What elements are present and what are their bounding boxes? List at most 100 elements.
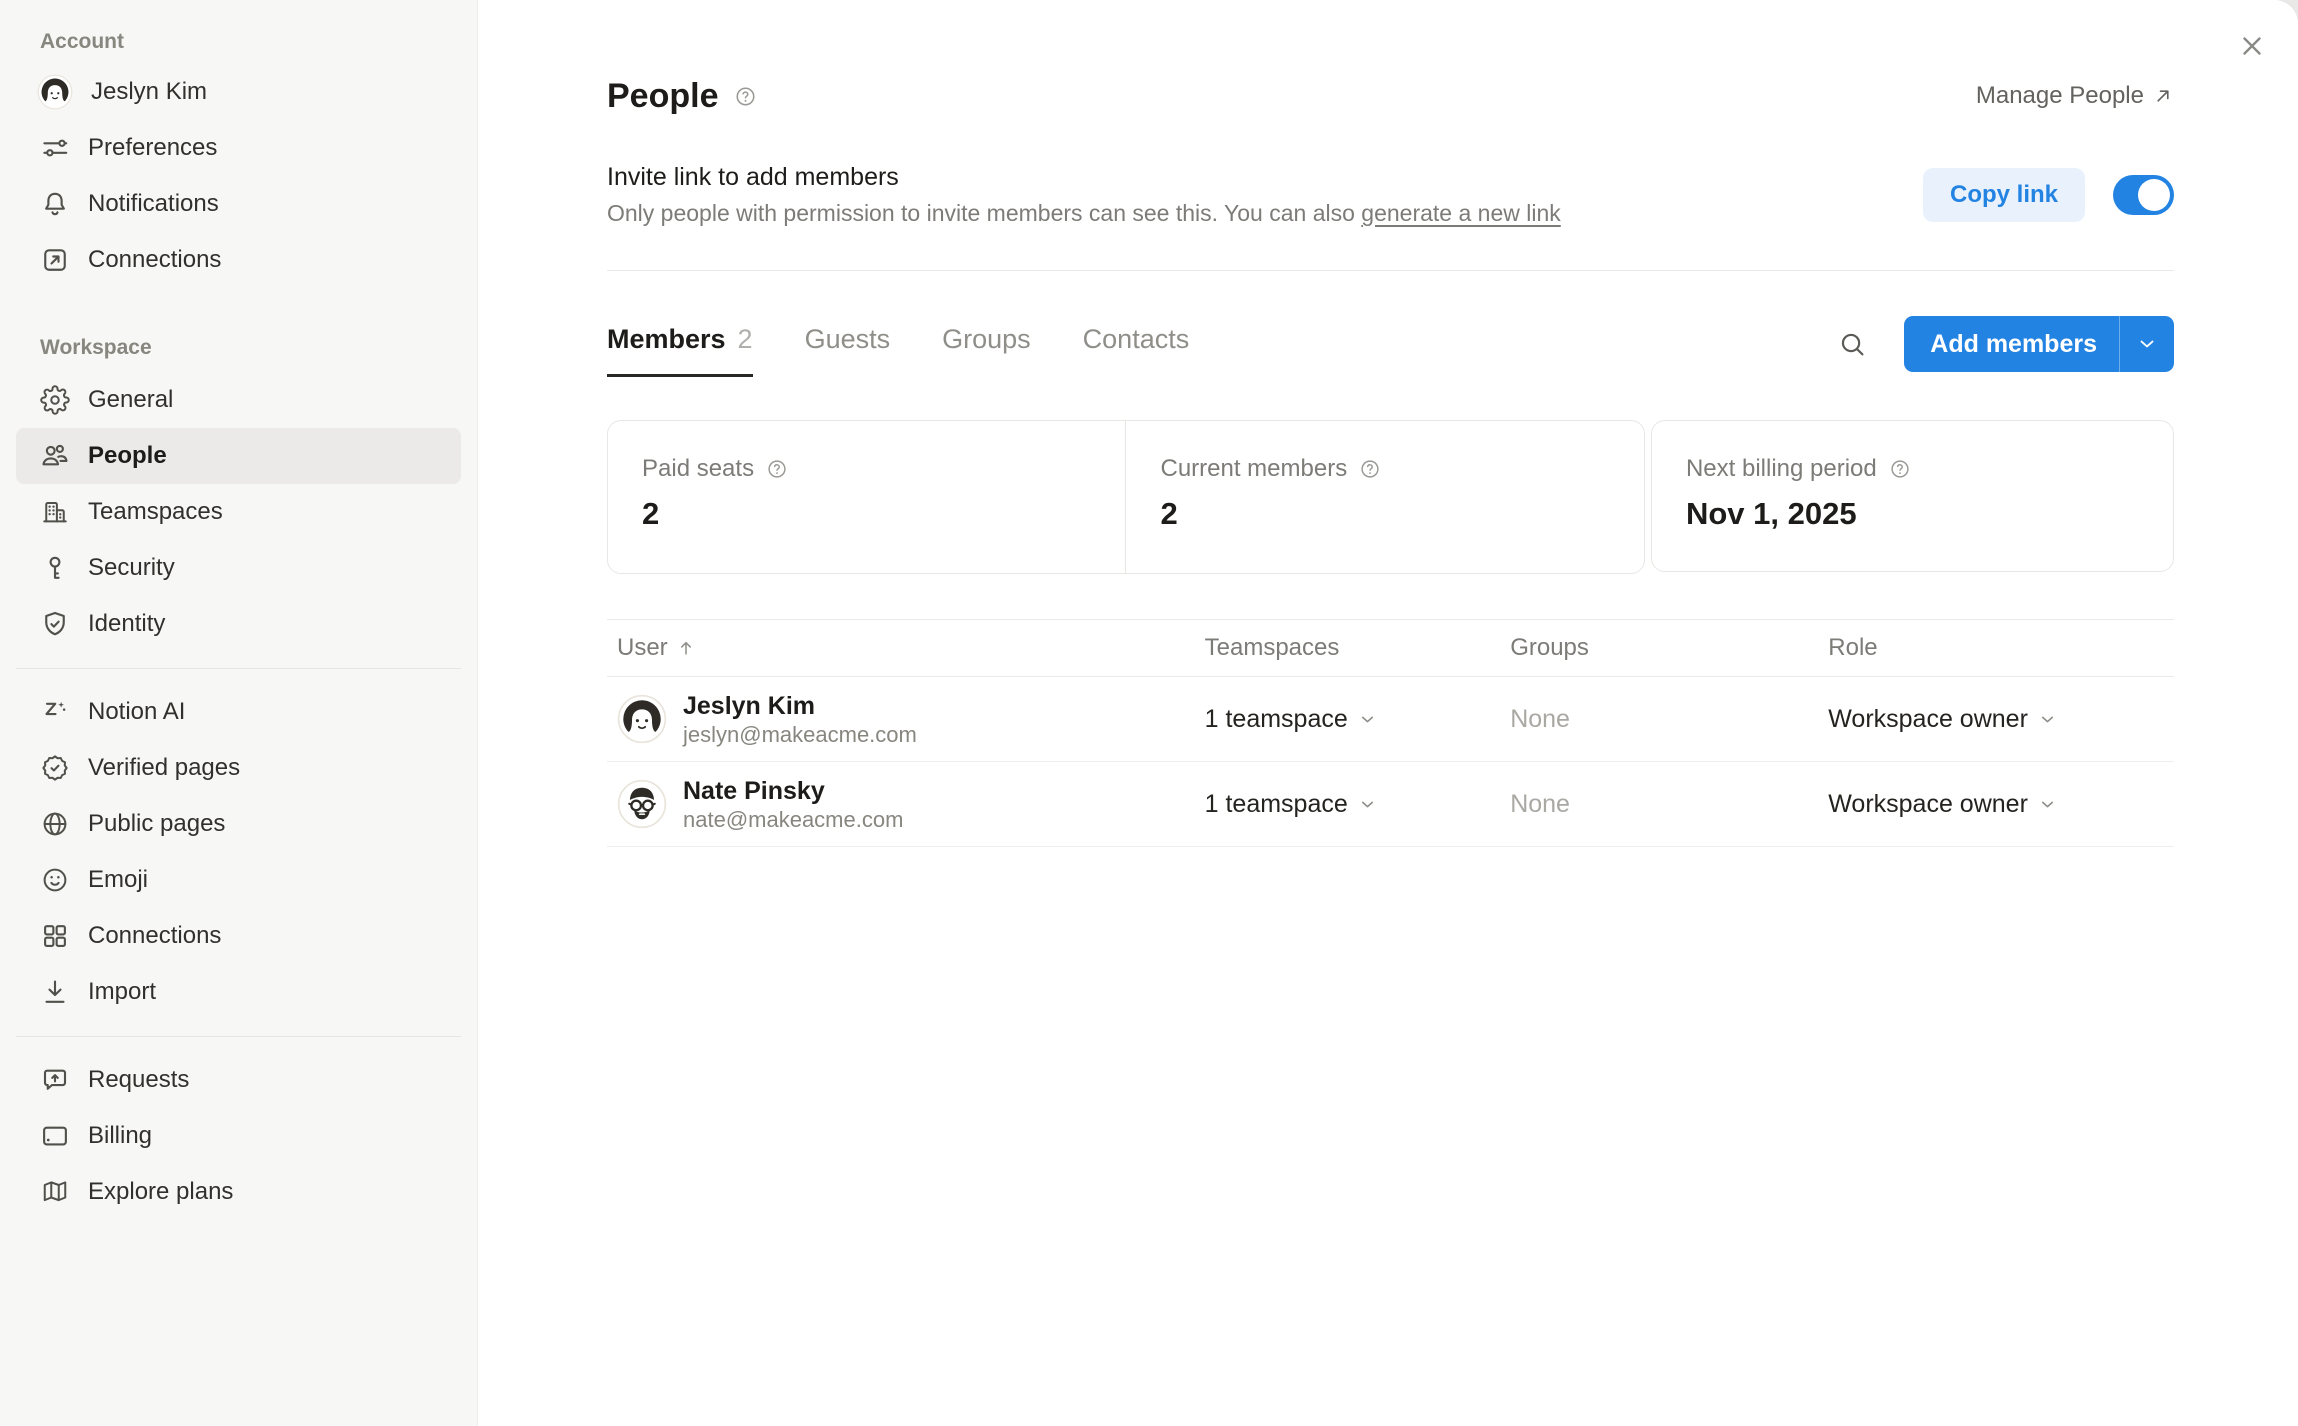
toggle-knob <box>2138 179 2170 211</box>
column-groups[interactable]: Groups <box>1500 634 1818 662</box>
sidebar-item-label: Emoji <box>88 866 148 894</box>
table-row[interactable]: Nate Pinsky nate@makeacme.com 1 teamspac… <box>607 762 2174 847</box>
people-settings-panel: People Manage People Invite link to add … <box>478 0 2298 1426</box>
sidebar-item-label: Billing <box>88 1122 152 1150</box>
groups-value: None <box>1500 705 1818 734</box>
sidebar-item-notifications[interactable]: Notifications <box>16 176 461 232</box>
map-icon <box>40 1177 70 1207</box>
add-members-label: Add members <box>1904 316 2119 372</box>
role-dropdown[interactable]: Workspace owner <box>1818 790 2174 819</box>
tab-guests[interactable]: Guests <box>805 324 891 377</box>
tab-contacts[interactable]: Contacts <box>1083 324 1190 377</box>
sidebar-item-identity[interactable]: Identity <box>16 596 461 652</box>
sidebar-item-verified-pages[interactable]: Verified pages <box>16 740 461 796</box>
tab-label: Members <box>607 324 726 355</box>
sidebar-item-label: Security <box>88 554 175 582</box>
members-table: User Teamspaces Groups Role Jeslyn Kim j… <box>607 619 2174 847</box>
current-members-card: Current members 2 <box>1125 421 1643 573</box>
generate-new-link[interactable]: generate a new link <box>1361 200 1560 226</box>
copy-link-button[interactable]: Copy link <box>1923 168 2085 222</box>
invite-link-text: Invite link to add members Only people w… <box>607 160 1561 230</box>
gear-icon <box>40 385 70 415</box>
download-icon <box>40 977 70 1007</box>
sidebar-item-label: Preferences <box>88 134 217 162</box>
tabs-actions: Add members <box>1830 316 2174 372</box>
chevron-down-icon <box>1358 795 1377 814</box>
paid-seats-card: Paid seats 2 <box>608 421 1125 573</box>
invite-link-description: Only people with permission to invite me… <box>607 196 1561 230</box>
sidebar-item-label: Explore plans <box>88 1178 233 1206</box>
sidebar-item-label: Import <box>88 978 156 1006</box>
key-icon <box>40 553 70 583</box>
column-teamspaces[interactable]: Teamspaces <box>1195 634 1501 662</box>
role-value: Workspace owner <box>1828 790 2028 819</box>
current-members-label: Current members <box>1160 455 1347 483</box>
chevron-down-icon <box>2038 710 2057 729</box>
user-cell: Jeslyn Kim jeslyn@makeacme.com <box>607 691 1195 748</box>
sidebar-item-connections-workspace[interactable]: Connections <box>16 908 461 964</box>
paid-seats-label: Paid seats <box>642 455 754 483</box>
shield-check-icon <box>40 609 70 639</box>
arrow-up-right-square-icon <box>40 245 70 275</box>
tabs: Members 2 Guests Groups Contacts <box>607 324 1189 377</box>
sidebar-item-public-pages[interactable]: Public pages <box>16 796 461 852</box>
sidebar-item-label: Public pages <box>88 810 225 838</box>
paid-seats-value: 2 <box>642 496 1125 532</box>
sidebar-item-import[interactable]: Import <box>16 964 461 1020</box>
sidebar-item-people[interactable]: People <box>16 428 461 484</box>
role-value: Workspace owner <box>1828 705 2028 734</box>
add-members-button[interactable]: Add members <box>1904 316 2174 372</box>
sidebar-item-label: Notion AI <box>88 698 185 726</box>
sidebar-item-label: Requests <box>88 1066 189 1094</box>
help-icon[interactable] <box>1359 458 1381 480</box>
next-billing-value: Nov 1, 2025 <box>1686 496 2173 532</box>
sidebar-item-requests[interactable]: Requests <box>16 1052 461 1108</box>
sidebar-item-emoji[interactable]: Emoji <box>16 852 461 908</box>
avatar <box>617 779 667 829</box>
sidebar-item-teamspaces[interactable]: Teamspaces <box>16 484 461 540</box>
sidebar-item-label: Notifications <box>88 190 219 218</box>
sidebar-item-label: Connections <box>88 922 221 950</box>
column-user[interactable]: User <box>607 634 1195 662</box>
seats-cards: Paid seats 2 Current members 2 <box>607 420 1645 574</box>
arrow-up-right-icon <box>2152 85 2174 107</box>
smiley-icon <box>40 865 70 895</box>
help-icon[interactable] <box>766 458 788 480</box>
close-icon[interactable] <box>2232 26 2272 66</box>
sidebar-item-notion-ai[interactable]: Notion AI <box>16 684 461 740</box>
sidebar-divider <box>16 668 461 669</box>
manage-people-label: Manage People <box>1976 82 2144 110</box>
credit-card-icon <box>40 1121 70 1151</box>
page-title: People <box>607 77 718 116</box>
chevron-down-icon[interactable] <box>2119 316 2174 372</box>
tab-groups[interactable]: Groups <box>942 324 1031 377</box>
invite-link-toggle[interactable] <box>2113 175 2174 215</box>
help-icon[interactable] <box>734 85 757 108</box>
table-header: User Teamspaces Groups Role <box>607 619 2174 677</box>
role-dropdown[interactable]: Workspace owner <box>1818 705 2174 734</box>
column-label: Role <box>1828 634 1877 662</box>
sidebar-item-explore-plans[interactable]: Explore plans <box>16 1164 461 1220</box>
column-role[interactable]: Role <box>1818 634 2174 662</box>
sidebar-item-preferences[interactable]: Preferences <box>16 120 461 176</box>
teamspaces-dropdown[interactable]: 1 teamspace <box>1195 705 1501 734</box>
grid-icon <box>40 921 70 951</box>
sort-arrow-up-icon <box>676 638 696 658</box>
search-icon[interactable] <box>1830 322 1874 366</box>
ai-sparkle-icon <box>40 697 70 727</box>
help-icon[interactable] <box>1889 458 1911 480</box>
sidebar-item-account-profile[interactable]: Jeslyn Kim <box>16 64 461 120</box>
table-row[interactable]: Jeslyn Kim jeslyn@makeacme.com 1 teamspa… <box>607 677 2174 762</box>
sidebar-item-security[interactable]: Security <box>16 540 461 596</box>
groups-value: None <box>1500 790 1818 819</box>
teamspaces-dropdown[interactable]: 1 teamspace <box>1195 790 1501 819</box>
tab-members[interactable]: Members 2 <box>607 324 753 377</box>
sidebar-item-billing[interactable]: Billing <box>16 1108 461 1164</box>
building-icon <box>40 497 70 527</box>
next-billing-card: Next billing period Nov 1, 2025 <box>1651 420 2174 572</box>
sidebar-item-general[interactable]: General <box>16 372 461 428</box>
chevron-down-icon <box>1358 710 1377 729</box>
sidebar-item-connections-account[interactable]: Connections <box>16 232 461 288</box>
manage-people-link[interactable]: Manage People <box>1976 82 2174 110</box>
settings-window: Account Jeslyn Kim Preferences Notificat… <box>0 0 2298 1426</box>
